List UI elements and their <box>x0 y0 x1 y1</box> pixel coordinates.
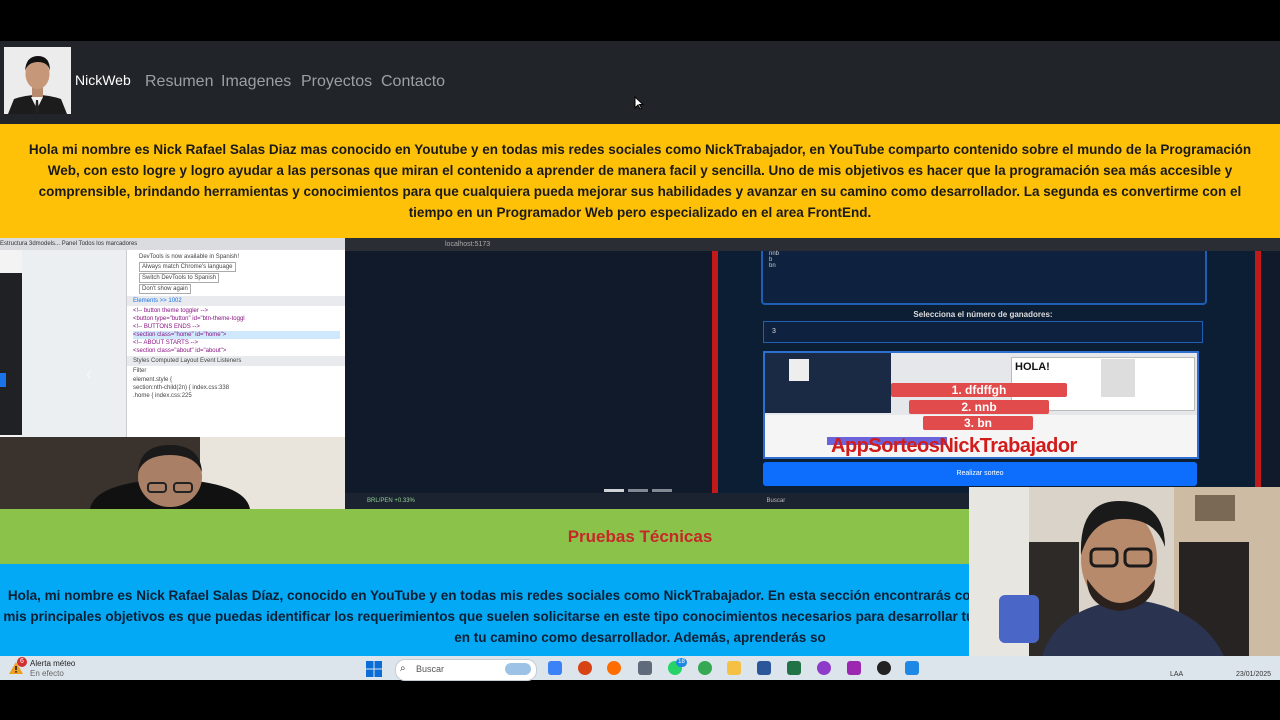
carousel-indicator-3[interactable] <box>652 489 672 492</box>
code-line-6: <section class="about" id="about"> <box>133 348 227 354</box>
whatsapp-badge: 18 <box>676 658 687 667</box>
chrome-icon[interactable] <box>698 661 712 675</box>
profile-avatar[interactable] <box>4 47 71 114</box>
image-carousel[interactable]: Estructura 3dmodels... Panel Todos los m… <box>0 238 1280 509</box>
hola-text: HOLA! <box>1015 361 1050 373</box>
code-line-3: <!-- BUTTONS ENDS --> <box>133 324 200 330</box>
excel-icon[interactable] <box>787 661 801 675</box>
copilot-icon[interactable] <box>548 661 562 675</box>
firefox-icon[interactable] <box>607 661 621 675</box>
calculator-icon[interactable] <box>638 661 652 675</box>
nav-link-imagenes[interactable]: Imagenes <box>221 73 291 91</box>
css-rule-3: .home { index.css:225 <box>133 393 192 399</box>
lang-option-2: Switch DevTools to Spanish <box>139 273 220 283</box>
weather-subtitle: En efecto <box>30 669 64 678</box>
styles-filter: Filter <box>133 368 147 374</box>
app-taskbar-search: Buscar <box>766 498 786 504</box>
intro-section: Hola mi nombre es Nick Rafael Salas Diaz… <box>0 124 1280 238</box>
carousel-indicator-1[interactable] <box>604 489 624 492</box>
devtools-tabs: Elements >> 1002 <box>127 296 346 306</box>
winner-2: 2. nnb <box>909 400 1049 414</box>
weather-title: Alerta méteo <box>30 659 76 668</box>
devtools-screenshot: Estructura 3dmodels... Panel Todos los m… <box>0 238 346 437</box>
dark-sidebar <box>0 273 22 435</box>
app-icon-red[interactable] <box>578 661 592 675</box>
url-text: localhost:5173 <box>445 241 491 248</box>
vscode-icon[interactable] <box>905 661 919 675</box>
mouse-cursor-icon <box>634 95 645 115</box>
participant-line: bn <box>769 263 776 269</box>
participants-textarea: nnb b bn <box>761 251 1207 305</box>
winner-1: 1. dfdffgh <box>891 383 1067 397</box>
word-icon[interactable] <box>757 661 771 675</box>
code-line-2: <button type="button" id="btn-theme-togg… <box>133 316 245 322</box>
file-explorer-icon[interactable] <box>727 661 741 675</box>
winner-3: 3. bn <box>923 416 1033 430</box>
nav-link-proyectos[interactable]: Proyectos <box>301 73 372 91</box>
intro-text: Hola mi nombre es Nick Rafael Salas Diaz… <box>28 142 1252 220</box>
webcam-overlay <box>969 487 1280 669</box>
app-watermark: AppSorteosNickTrabajador <box>831 435 1077 457</box>
app-sorteos-screenshot: localhost:5173 nnb b bn Selecciona el nú… <box>345 238 1280 509</box>
code-line-1: <!-- button theme toggler --> <box>133 308 209 314</box>
snipping-icon[interactable] <box>847 661 861 675</box>
carousel-next-icon[interactable]: › <box>1176 364 1182 385</box>
language-indicator[interactable]: LAA <box>1170 671 1183 678</box>
code-line-5: <!-- ABOUT STARTS --> <box>133 340 199 346</box>
search-icon: ⌕ <box>400 663 406 674</box>
css-rule-2: section:nth-child(2n) { index.css:338 <box>133 385 230 391</box>
search-highlight-icon <box>505 663 531 675</box>
ticker: BRL/PEN +0.33% <box>367 498 415 504</box>
brand-name[interactable]: NickWeb <box>75 72 131 88</box>
carousel-prev-icon[interactable]: ‹ <box>86 364 92 385</box>
lang-option-1: Always match Chrome's language <box>139 262 236 272</box>
browser-url-bar: localhost:5173 <box>345 238 1280 251</box>
lang-option-3: Don't show again <box>139 284 191 294</box>
devtools-notice: DevTools is now available in Spanish! <box>139 254 240 260</box>
realizar-sorteo-button: Realizar sorteo <box>763 462 1197 486</box>
carousel-indicator-2[interactable] <box>628 489 648 492</box>
nav-link-contacto[interactable]: Contacto <box>381 73 445 91</box>
clock-date[interactable]: 23/01/2025 <box>1236 671 1271 678</box>
webcam-thumbnail <box>0 437 345 509</box>
weather-widget[interactable]: Alerta méteo En efecto <box>30 659 75 679</box>
bookmarks-bar: Estructura 3dmodels... Panel Todos los m… <box>0 238 345 250</box>
browser-page-area <box>22 250 126 437</box>
devtools-panel: DevTools is now available in Spanish! Al… <box>126 250 346 437</box>
nav-link-resumen[interactable]: Resumen <box>145 73 213 91</box>
styles-tabs: Styles Computed Layout Event Listeners <box>127 356 346 366</box>
winners-count-input: 3 <box>763 321 1203 343</box>
winners-label: Selecciona el número de ganadores: <box>913 310 1053 319</box>
weather-badge: 6 <box>17 657 27 667</box>
start-icon[interactable] <box>366 661 382 677</box>
podcast-icon[interactable] <box>817 661 831 675</box>
code-line-4: <section class="home" id="home"> <box>133 331 340 339</box>
obs-icon[interactable] <box>877 661 891 675</box>
taskbar-search-text: Buscar <box>416 664 445 674</box>
css-rule-1: element.style { <box>133 377 173 383</box>
